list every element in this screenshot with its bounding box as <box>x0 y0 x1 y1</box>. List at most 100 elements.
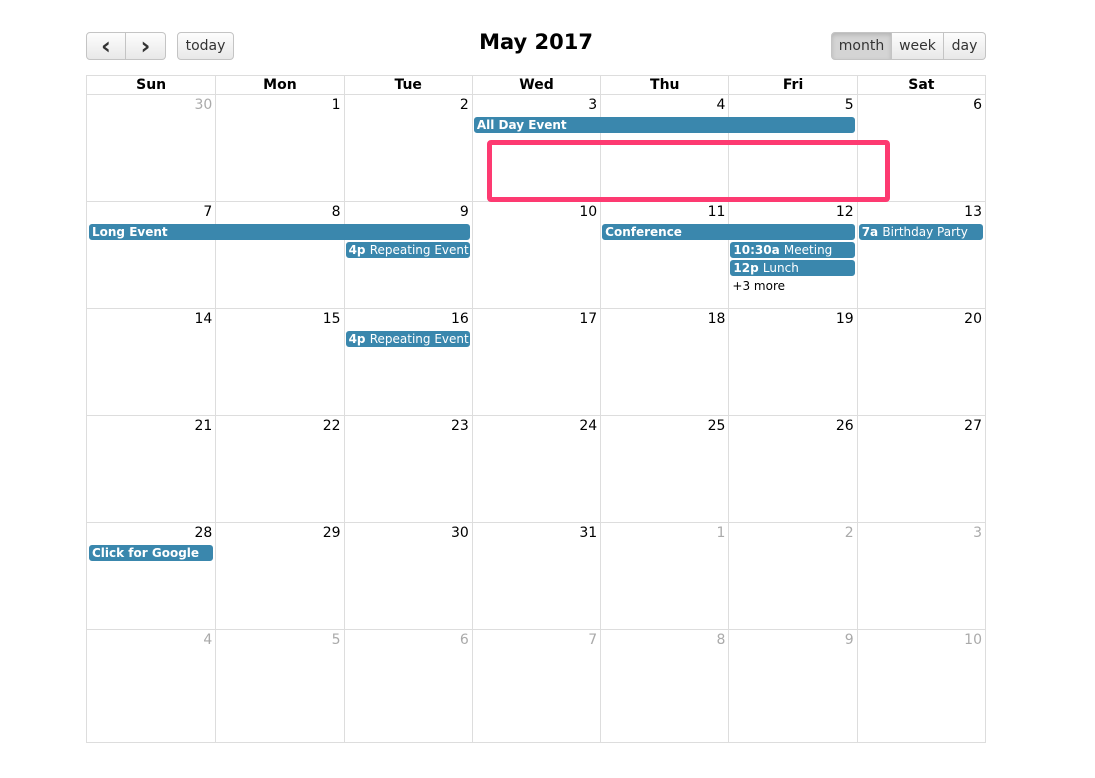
calendar-event[interactable]: 12p Lunch <box>730 260 855 276</box>
day-cell[interactable]: 28 <box>87 523 215 629</box>
day-cell[interactable]: 1 <box>215 95 343 201</box>
day-number[interactable]: 29 <box>323 525 341 541</box>
day-cell[interactable]: 21 <box>87 416 215 522</box>
day-number[interactable]: 31 <box>579 525 597 541</box>
day-number[interactable]: 2 <box>460 97 469 113</box>
day-cell[interactable]: 1 <box>600 523 728 629</box>
day-number[interactable]: 9 <box>845 632 854 648</box>
day-cell[interactable]: 3 <box>856 523 985 629</box>
calendar-event[interactable]: 4p Repeating Event <box>345 242 470 258</box>
day-cell[interactable]: 19 <box>728 309 856 415</box>
weekday-thu: Thu <box>600 76 728 94</box>
calendar-event[interactable]: 10:30a Meeting <box>730 242 855 258</box>
day-number[interactable]: 1 <box>332 97 341 113</box>
day-number[interactable]: 8 <box>332 204 341 220</box>
day-cell[interactable]: 23 <box>343 416 472 522</box>
day-cell[interactable]: 5 <box>215 630 343 742</box>
day-cell[interactable]: 22 <box>215 416 343 522</box>
calendar-event[interactable]: 4p Repeating Event <box>345 331 470 347</box>
view-switcher: month week day <box>831 32 986 60</box>
day-number[interactable]: 28 <box>194 525 212 541</box>
day-number[interactable]: 18 <box>708 311 726 327</box>
day-number[interactable]: 15 <box>323 311 341 327</box>
day-number[interactable]: 14 <box>194 311 212 327</box>
day-cell[interactable]: 13 <box>856 202 985 308</box>
day-cell[interactable]: 26 <box>728 416 856 522</box>
event-title: Repeating Event <box>369 243 469 257</box>
day-cell[interactable]: 9 <box>728 630 856 742</box>
day-number[interactable]: 17 <box>579 311 597 327</box>
day-number[interactable]: 7 <box>588 632 597 648</box>
day-number[interactable]: 24 <box>579 418 597 434</box>
month-view-button[interactable]: month <box>831 32 892 60</box>
day-number[interactable]: 13 <box>964 204 982 220</box>
day-cell[interactable]: 10 <box>471 202 600 308</box>
week-row: 4 5 6 7 8 9 10 <box>87 629 985 742</box>
day-number[interactable]: 12 <box>836 204 854 220</box>
day-cell[interactable]: 2 <box>728 523 856 629</box>
calendar-event[interactable]: Click for Google <box>89 545 214 561</box>
day-number[interactable]: 27 <box>964 418 982 434</box>
day-number[interactable]: 26 <box>836 418 854 434</box>
day-number[interactable]: 30 <box>194 97 212 113</box>
day-cell[interactable]: 20 <box>856 309 985 415</box>
day-cell[interactable]: 27 <box>856 416 985 522</box>
day-number[interactable]: 9 <box>460 204 469 220</box>
day-number[interactable]: 10 <box>964 632 982 648</box>
calendar-event[interactable]: Conference <box>602 224 855 240</box>
day-number[interactable]: 4 <box>203 632 212 648</box>
day-number[interactable]: 10 <box>579 204 597 220</box>
day-number[interactable]: 5 <box>332 632 341 648</box>
day-number[interactable]: 23 <box>451 418 469 434</box>
day-cell[interactable]: 17 <box>471 309 600 415</box>
day-cell[interactable]: 16 <box>343 309 472 415</box>
day-number[interactable]: 4 <box>717 97 726 113</box>
calendar-event[interactable]: Long Event <box>89 224 470 240</box>
day-number[interactable]: 3 <box>588 97 597 113</box>
week-view-button[interactable]: week <box>892 32 944 60</box>
day-number[interactable]: 22 <box>323 418 341 434</box>
day-number[interactable]: 20 <box>964 311 982 327</box>
day-cell[interactable]: 7 <box>87 202 215 308</box>
day-cell[interactable]: 18 <box>600 309 728 415</box>
day-cell[interactable]: 11 <box>600 202 728 308</box>
day-cell[interactable]: 25 <box>600 416 728 522</box>
week-row: 14 15 16 17 18 19 20 4p Repeating Event <box>87 308 985 415</box>
day-number[interactable]: 16 <box>451 311 469 327</box>
day-number[interactable]: 7 <box>203 204 212 220</box>
day-cell[interactable]: 6 <box>343 630 472 742</box>
day-number[interactable]: 19 <box>836 311 854 327</box>
day-number[interactable]: 5 <box>845 97 854 113</box>
day-cell[interactable]: 14 <box>87 309 215 415</box>
day-cell[interactable]: 7 <box>471 630 600 742</box>
day-number[interactable]: 21 <box>194 418 212 434</box>
day-cell[interactable]: 30 <box>87 95 215 201</box>
day-number[interactable]: 6 <box>460 632 469 648</box>
day-cell[interactable]: 4 <box>87 630 215 742</box>
event-title: Meeting <box>783 243 833 257</box>
highlight-annotation-box <box>487 140 890 202</box>
day-cell[interactable]: 10 <box>856 630 985 742</box>
day-cell[interactable]: 15 <box>215 309 343 415</box>
day-number[interactable]: 1 <box>717 525 726 541</box>
day-number[interactable]: 25 <box>708 418 726 434</box>
day-number[interactable]: 11 <box>708 204 726 220</box>
day-number[interactable]: 30 <box>451 525 469 541</box>
more-events-link[interactable]: +3 more <box>732 279 785 293</box>
day-number[interactable]: 3 <box>973 525 982 541</box>
day-cell[interactable]: 24 <box>471 416 600 522</box>
day-cell[interactable]: 30 <box>343 523 472 629</box>
day-number[interactable]: 2 <box>845 525 854 541</box>
day-view-button[interactable]: day <box>944 32 986 60</box>
weekday-header: Sun Mon Tue Wed Thu Fri Sat <box>87 76 985 95</box>
day-number[interactable]: 8 <box>717 632 726 648</box>
day-number[interactable]: 6 <box>973 97 982 113</box>
event-time: 4p <box>348 243 366 257</box>
day-cell[interactable]: 8 <box>215 202 343 308</box>
day-cell[interactable]: 2 <box>343 95 472 201</box>
day-cell[interactable]: 8 <box>600 630 728 742</box>
day-cell[interactable]: 29 <box>215 523 343 629</box>
day-cell[interactable]: 31 <box>471 523 600 629</box>
calendar-event[interactable]: 7a Birthday Party <box>858 224 983 240</box>
calendar-event[interactable]: All Day Event <box>473 117 855 133</box>
